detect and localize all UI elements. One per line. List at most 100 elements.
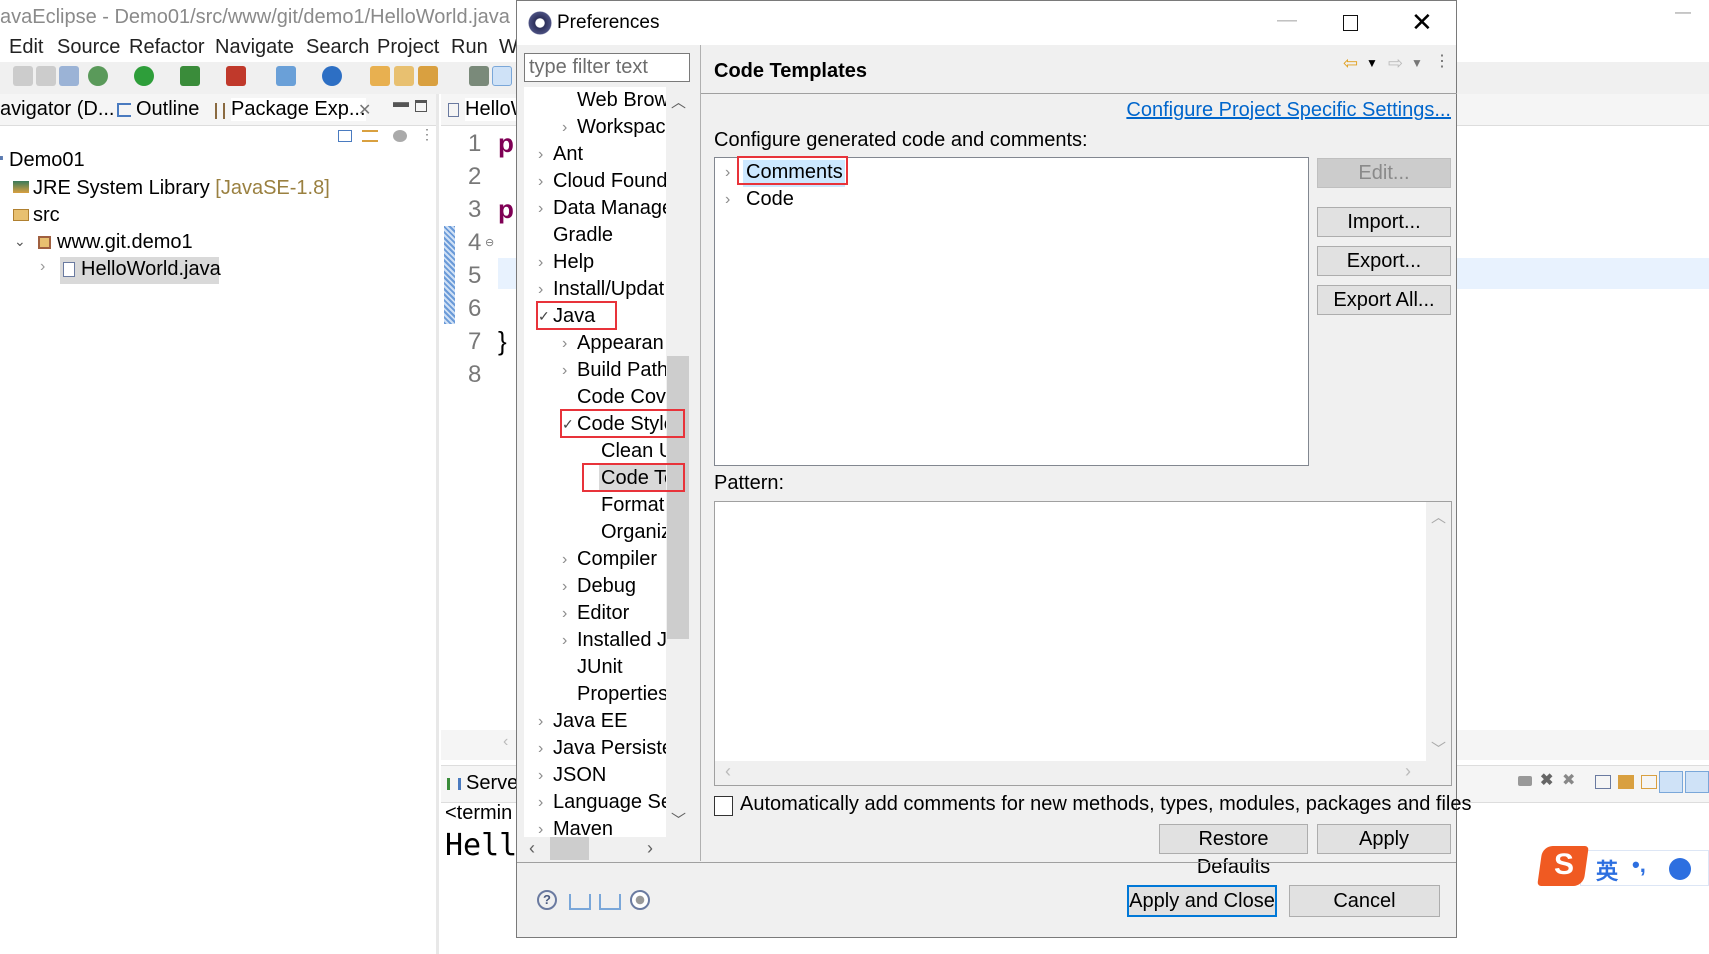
- nav-item-build-path[interactable]: › Build Path: [524, 357, 668, 384]
- coverage-icon[interactable]: [180, 66, 200, 86]
- nav-item-maven[interactable]: › Maven: [524, 816, 666, 837]
- nav-item-appearan[interactable]: › Appearan: [524, 330, 666, 357]
- scroll-right-icon[interactable]: ›: [647, 838, 653, 859]
- pattern-text-area[interactable]: [715, 502, 1426, 761]
- menu-refactor[interactable]: Refactor: [129, 36, 205, 59]
- open-type-icon[interactable]: [370, 66, 390, 86]
- scroll-lock-icon[interactable]: [1618, 775, 1634, 789]
- nav-item-junit[interactable]: JUnit: [524, 654, 666, 681]
- page-menu-icon[interactable]: ⋮: [1434, 51, 1450, 71]
- project-settings-link[interactable]: Configure Project Specific Settings...: [1126, 99, 1451, 122]
- menu-run[interactable]: Run: [451, 36, 488, 59]
- scroll-down-icon[interactable]: ﹀: [671, 809, 686, 830]
- collapsed-chevron-icon[interactable]: ›: [538, 168, 543, 195]
- nav-item-debug[interactable]: › Debug: [524, 573, 666, 600]
- nav-item-properties[interactable]: Properties: [524, 681, 668, 708]
- nav-item-json[interactable]: › JSON: [524, 762, 666, 789]
- save-all-icon[interactable]: [36, 66, 56, 86]
- scroll-left-icon[interactable]: ‹: [725, 761, 731, 782]
- nav-item-code-cove[interactable]: Code Cove: [524, 384, 677, 411]
- collapsed-chevron-icon[interactable]: ›: [538, 816, 543, 837]
- sash-divider[interactable]: [700, 45, 701, 861]
- apply-and-close-button[interactable]: Apply and Close: [1127, 885, 1277, 917]
- auto-comments-checkbox[interactable]: [714, 796, 733, 816]
- scroll-up-icon[interactable]: ︿: [671, 91, 686, 112]
- nav-vscroll-thumb[interactable]: [667, 356, 689, 639]
- nav-item-help[interactable]: › Help: [524, 249, 666, 276]
- back-menu-icon[interactable]: ▼: [1366, 56, 1378, 70]
- close-view-icon[interactable]: ✕: [358, 100, 371, 120]
- expanded-chevron-icon[interactable]: ⌄: [14, 233, 26, 250]
- clear-console-icon[interactable]: [1595, 775, 1611, 789]
- auto-comments-label[interactable]: Automatically add comments for new metho…: [740, 793, 1471, 816]
- nav-item-java-ee[interactable]: › Java EE: [524, 708, 666, 735]
- nav-hscrollbar[interactable]: [524, 837, 690, 860]
- debug-icon[interactable]: [88, 66, 108, 86]
- back-icon[interactable]: ⇦: [1343, 53, 1358, 74]
- collapsed-chevron-icon[interactable]: ›: [538, 735, 543, 762]
- export-prefs-icon[interactable]: [599, 894, 621, 910]
- collapsed-chevron-icon[interactable]: ›: [538, 141, 543, 168]
- scroll-down-icon[interactable]: ﹀: [1431, 738, 1446, 759]
- remove-all-icon[interactable]: ✖: [1562, 770, 1575, 790]
- tab-outline[interactable]: Outline: [136, 98, 199, 121]
- nav-item-installed-j[interactable]: › Installed J: [524, 627, 667, 654]
- link-editor-icon[interactable]: [362, 130, 378, 142]
- collapsed-chevron-icon[interactable]: ›: [538, 789, 543, 816]
- collapsed-chevron-icon[interactable]: ›: [538, 249, 543, 276]
- save-icon[interactable]: [13, 66, 33, 86]
- annotation-icon[interactable]: [469, 66, 489, 86]
- forward-icon[interactable]: ⇨: [1388, 53, 1403, 74]
- main-minimize-icon[interactable]: —: [1675, 4, 1691, 22]
- fold-icon[interactable]: ⊖: [485, 236, 494, 249]
- nav-item-compiler[interactable]: › Compiler: [524, 546, 666, 573]
- nav-item-editor[interactable]: › Editor: [524, 600, 666, 627]
- menu-source[interactable]: Source: [57, 36, 120, 59]
- nav-item-clean-u[interactable]: Clean U: [524, 438, 673, 465]
- print-icon[interactable]: [59, 66, 79, 86]
- search-tool-icon[interactable]: [418, 66, 438, 86]
- scroll-up-icon[interactable]: ︿: [1431, 506, 1446, 527]
- tree-src[interactable]: src: [33, 204, 60, 227]
- ime-emoji-icon[interactable]: [1669, 858, 1691, 880]
- import-button[interactable]: Import...: [1317, 207, 1451, 237]
- minimize-view-icon[interactable]: ▬: [393, 94, 409, 112]
- export-all-button[interactable]: Export All...: [1317, 285, 1451, 315]
- tree-jre-library[interactable]: JRE System Library [JavaSE-1.8]: [33, 177, 330, 200]
- tab-package-explorer[interactable]: Package Exp...: [231, 98, 366, 121]
- scroll-left-icon[interactable]: ‹: [529, 838, 535, 859]
- dialog-minimize-icon[interactable]: —: [1277, 9, 1297, 32]
- ime-lang[interactable]: 英: [1596, 854, 1618, 886]
- remove-launch-icon[interactable]: ✖: [1540, 770, 1553, 790]
- forward-menu-icon[interactable]: ▼: [1411, 56, 1423, 70]
- collapsed-chevron-icon[interactable]: ›: [562, 357, 567, 384]
- external-tools-icon[interactable]: [226, 66, 246, 86]
- filter-input[interactable]: type filter text: [524, 53, 690, 82]
- nav-item-workspac[interactable]: › Workspac: [524, 114, 666, 141]
- import-prefs-icon[interactable]: [569, 894, 591, 910]
- nav-item-web-brow[interactable]: Web Brow: [524, 87, 669, 114]
- nav-item-ant[interactable]: › Ant: [524, 141, 666, 168]
- tree-file[interactable]: HelloWorld.java: [81, 258, 221, 281]
- restore-defaults-button[interactable]: Restore Defaults: [1159, 824, 1308, 878]
- toggle-mark-icon[interactable]: [492, 66, 512, 86]
- nav-item-data-manage[interactable]: › Data Manage: [524, 195, 673, 222]
- menu-project[interactable]: Project: [377, 36, 439, 59]
- tab-navigator[interactable]: avigator (D...: [0, 98, 114, 121]
- nav-hscroll-thumb[interactable]: [550, 837, 589, 860]
- menu-navigate[interactable]: Navigate: [215, 36, 294, 59]
- collapsed-chevron-icon[interactable]: ›: [538, 195, 543, 222]
- terminate-icon[interactable]: [1518, 776, 1532, 786]
- collapsed-chevron-icon[interactable]: ›: [40, 258, 45, 276]
- collapsed-chevron-icon[interactable]: ›: [538, 762, 543, 789]
- scroll-right-icon[interactable]: ›: [1405, 761, 1411, 782]
- nav-item-gradle[interactable]: Gradle: [524, 222, 666, 249]
- collapsed-chevron-icon[interactable]: ›: [562, 114, 567, 141]
- scroll-left-icon[interactable]: ‹: [503, 733, 508, 751]
- apply-button[interactable]: Apply: [1317, 824, 1451, 854]
- nav-item-language-se[interactable]: › Language Se: [524, 789, 672, 816]
- tree-project[interactable]: Demo01: [9, 149, 85, 172]
- nav-item-install-updat[interactable]: › Install/Updat: [524, 276, 666, 303]
- export-button[interactable]: Export...: [1317, 246, 1451, 276]
- collapsed-chevron-icon[interactable]: ›: [562, 546, 567, 573]
